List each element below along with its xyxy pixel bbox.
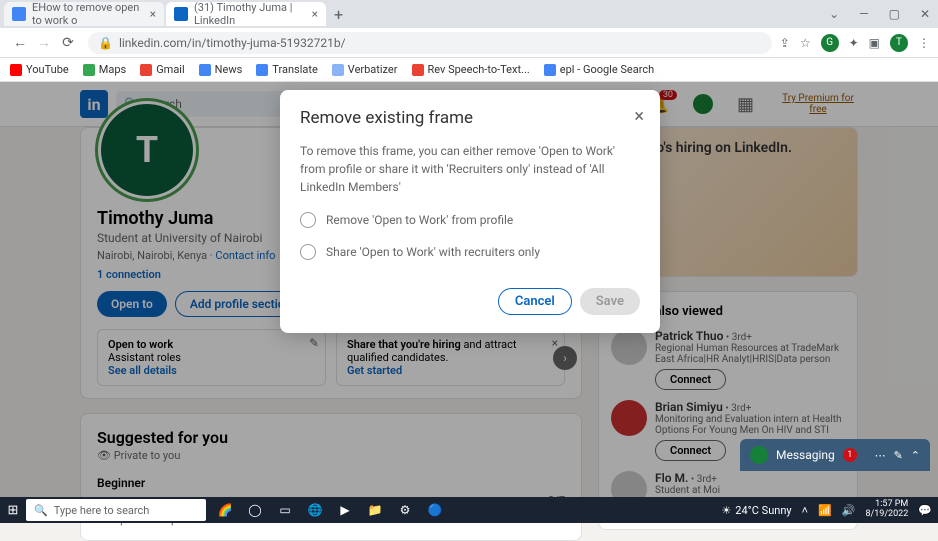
volume-icon[interactable]: 🔊 — [842, 504, 856, 517]
windows-search[interactable]: 🔍 Type here to search — [26, 499, 206, 521]
tab-favicon — [174, 7, 188, 21]
messaging-badge: 1 — [843, 448, 857, 462]
bookmark-epl[interactable]: epl - Google Search — [544, 63, 654, 76]
lock-icon: 🔒 — [98, 36, 113, 50]
tab-title: EHow to remove open to work o — [32, 1, 144, 27]
more-icon[interactable]: ⋯ — [875, 449, 886, 462]
settings-icon[interactable]: ⚙ — [394, 500, 416, 520]
share-icon[interactable]: ⇪ — [780, 36, 790, 50]
messaging-bar[interactable]: Messaging 1 ⋯ ✎ ⌃ — [740, 439, 930, 471]
maximize-icon[interactable]: ▢ — [885, 7, 904, 21]
modal-description: To remove this frame, you can either rem… — [300, 142, 640, 196]
taskbar-app-icon[interactable]: ▭ — [274, 500, 296, 520]
messaging-label: Messaging — [776, 448, 835, 462]
browser-tab-strip: EHow to remove open to work o × (31) Tim… — [0, 0, 938, 28]
sidepanel-icon[interactable]: ▣ — [869, 36, 880, 50]
bookmark-maps[interactable]: Maps — [83, 63, 126, 76]
bookmark-youtube[interactable]: YouTube — [10, 63, 69, 76]
weather-widget[interactable]: ☀ 24°C Sunny — [721, 504, 791, 517]
task-view-icon[interactable]: ◯ — [244, 500, 266, 520]
back-icon[interactable]: ← — [8, 34, 32, 51]
menu-icon[interactable]: ⋮ — [918, 36, 930, 50]
radio-icon[interactable] — [300, 244, 316, 260]
tray-chevron-icon[interactable]: ˄ — [802, 504, 808, 517]
close-window-icon[interactable]: ✕ — [916, 7, 934, 21]
chevron-up-icon[interactable]: ⌃ — [911, 449, 920, 462]
explorer-icon[interactable]: 📁 — [364, 500, 386, 520]
bookmark-news[interactable]: News — [199, 63, 243, 76]
radio-option-recruiters[interactable]: Share 'Open to Work' with recruiters onl… — [300, 244, 640, 260]
chrome2-icon[interactable]: 🔵 — [424, 500, 446, 520]
close-modal-icon[interactable]: × — [634, 106, 644, 127]
modal-actions: Cancel Save — [300, 288, 640, 315]
close-tab-icon[interactable]: × — [150, 7, 156, 21]
url-input[interactable]: 🔒 linkedin.com/in/timothy-juma-51932721b… — [88, 32, 772, 54]
extension-icons: ⇪ ☆ G ✦ ▣ T ⋮ — [780, 34, 930, 52]
modal-title: Remove existing frame — [300, 108, 640, 128]
address-bar: ← → ⟳ 🔒 linkedin.com/in/timothy-juma-519… — [0, 28, 938, 58]
start-button[interactable]: ⊞ — [0, 503, 26, 518]
clock[interactable]: 1:57 PM 8/19/2022 — [865, 500, 908, 520]
bookmark-verbatizer[interactable]: Verbatizer — [332, 63, 398, 76]
minimize-icon[interactable]: — — [855, 7, 872, 21]
tab-title: (31) Timothy Juma | LinkedIn — [194, 1, 306, 27]
bookmarks-bar: YouTube Maps Gmail News Translate Verbat… — [0, 58, 938, 82]
radio-icon[interactable] — [300, 212, 316, 228]
cortana-icon[interactable]: 🌈 — [214, 500, 236, 520]
messaging-avatar — [750, 446, 768, 464]
close-tab-icon[interactable]: × — [312, 7, 318, 21]
profile-avatar-icon[interactable]: T — [890, 34, 908, 52]
chrome-icon[interactable]: 🌐 — [304, 500, 326, 520]
grammarly-icon[interactable]: G — [821, 34, 839, 52]
remove-frame-modal: Remove existing frame × To remove this f… — [280, 90, 660, 333]
browser-tab-2[interactable]: (31) Timothy Juma | LinkedIn × — [166, 2, 326, 26]
radio-option-remove[interactable]: Remove 'Open to Work' from profile — [300, 212, 640, 228]
forward-icon[interactable]: → — [32, 34, 56, 51]
wifi-icon[interactable]: 📶 — [818, 504, 832, 517]
search-icon: 🔍 — [34, 504, 48, 517]
reload-icon[interactable]: ⟳ — [56, 35, 80, 51]
star-icon[interactable]: ☆ — [800, 36, 811, 50]
media-icon[interactable]: ▶ — [334, 500, 356, 520]
bookmark-translate[interactable]: Translate — [256, 63, 318, 76]
window-controls: ⌄ — ▢ ✕ — [825, 7, 934, 21]
notifications-icon[interactable]: 💬 — [918, 504, 932, 517]
save-button: Save — [580, 288, 640, 315]
url-text: linkedin.com/in/timothy-juma-51932721b/ — [119, 36, 346, 50]
cancel-button[interactable]: Cancel — [498, 288, 572, 315]
extensions-icon[interactable]: ✦ — [849, 36, 859, 50]
chevron-down-icon[interactable]: ⌄ — [825, 7, 843, 21]
new-tab-button[interactable]: + — [334, 5, 343, 24]
compose-icon[interactable]: ✎ — [894, 449, 903, 462]
windows-taskbar: ⊞ 🔍 Type here to search 🌈 ◯ ▭ 🌐 ▶ 📁 ⚙ 🔵 … — [0, 497, 938, 523]
browser-tab-1[interactable]: EHow to remove open to work o × — [4, 2, 164, 26]
bookmark-gmail[interactable]: Gmail — [140, 63, 184, 76]
tab-favicon — [12, 7, 26, 21]
bookmark-rev[interactable]: Rev Speech-to-Text... — [412, 63, 530, 76]
